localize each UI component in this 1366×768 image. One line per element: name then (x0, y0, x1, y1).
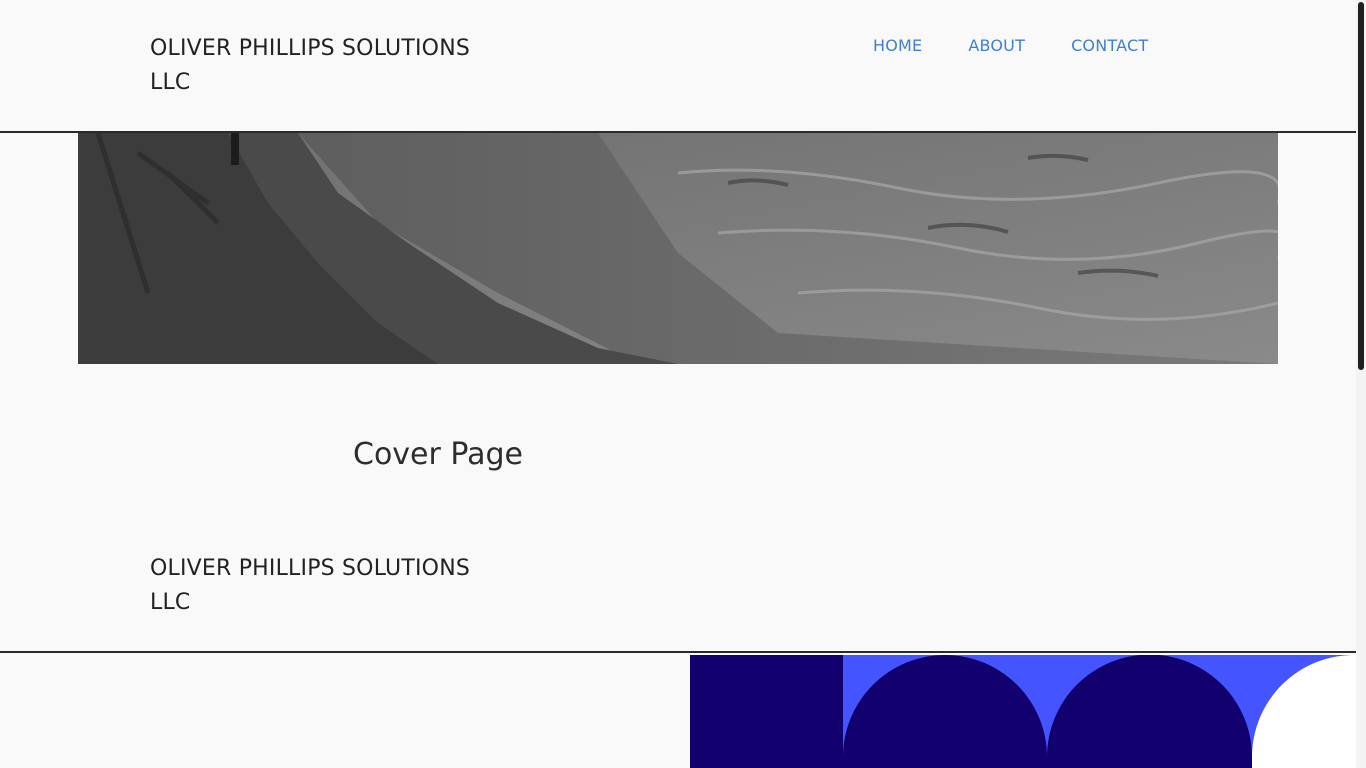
hero-beach-image (78, 133, 1278, 364)
nav-about-link[interactable]: ABOUT (968, 36, 1025, 56)
footer-brand-title: OLIVER PHILLIPS SOLUTIONS LLC (150, 556, 471, 615)
decorative-shapes-graphic (690, 655, 1356, 768)
site-title[interactable]: OLIVER PHILLIPS SOLUTIONS LLC (150, 32, 510, 100)
nav-home-link[interactable]: HOME (873, 36, 922, 56)
scrollbar-thumb[interactable] (1358, 2, 1364, 370)
cover-page-title: Cover Page (353, 437, 524, 472)
site-header: OLIVER PHILLIPS SOLUTIONS LLC HOME ABOUT… (0, 0, 1356, 133)
main-nav: HOME ABOUT CONTACT (873, 36, 1148, 56)
footer-brand-section: OLIVER PHILLIPS SOLUTIONS LLC (0, 532, 1356, 653)
page-scrollbar[interactable] (1356, 0, 1366, 768)
nav-contact-link[interactable]: CONTACT (1071, 36, 1148, 56)
page: OLIVER PHILLIPS SOLUTIONS LLC HOME ABOUT… (0, 0, 1356, 768)
